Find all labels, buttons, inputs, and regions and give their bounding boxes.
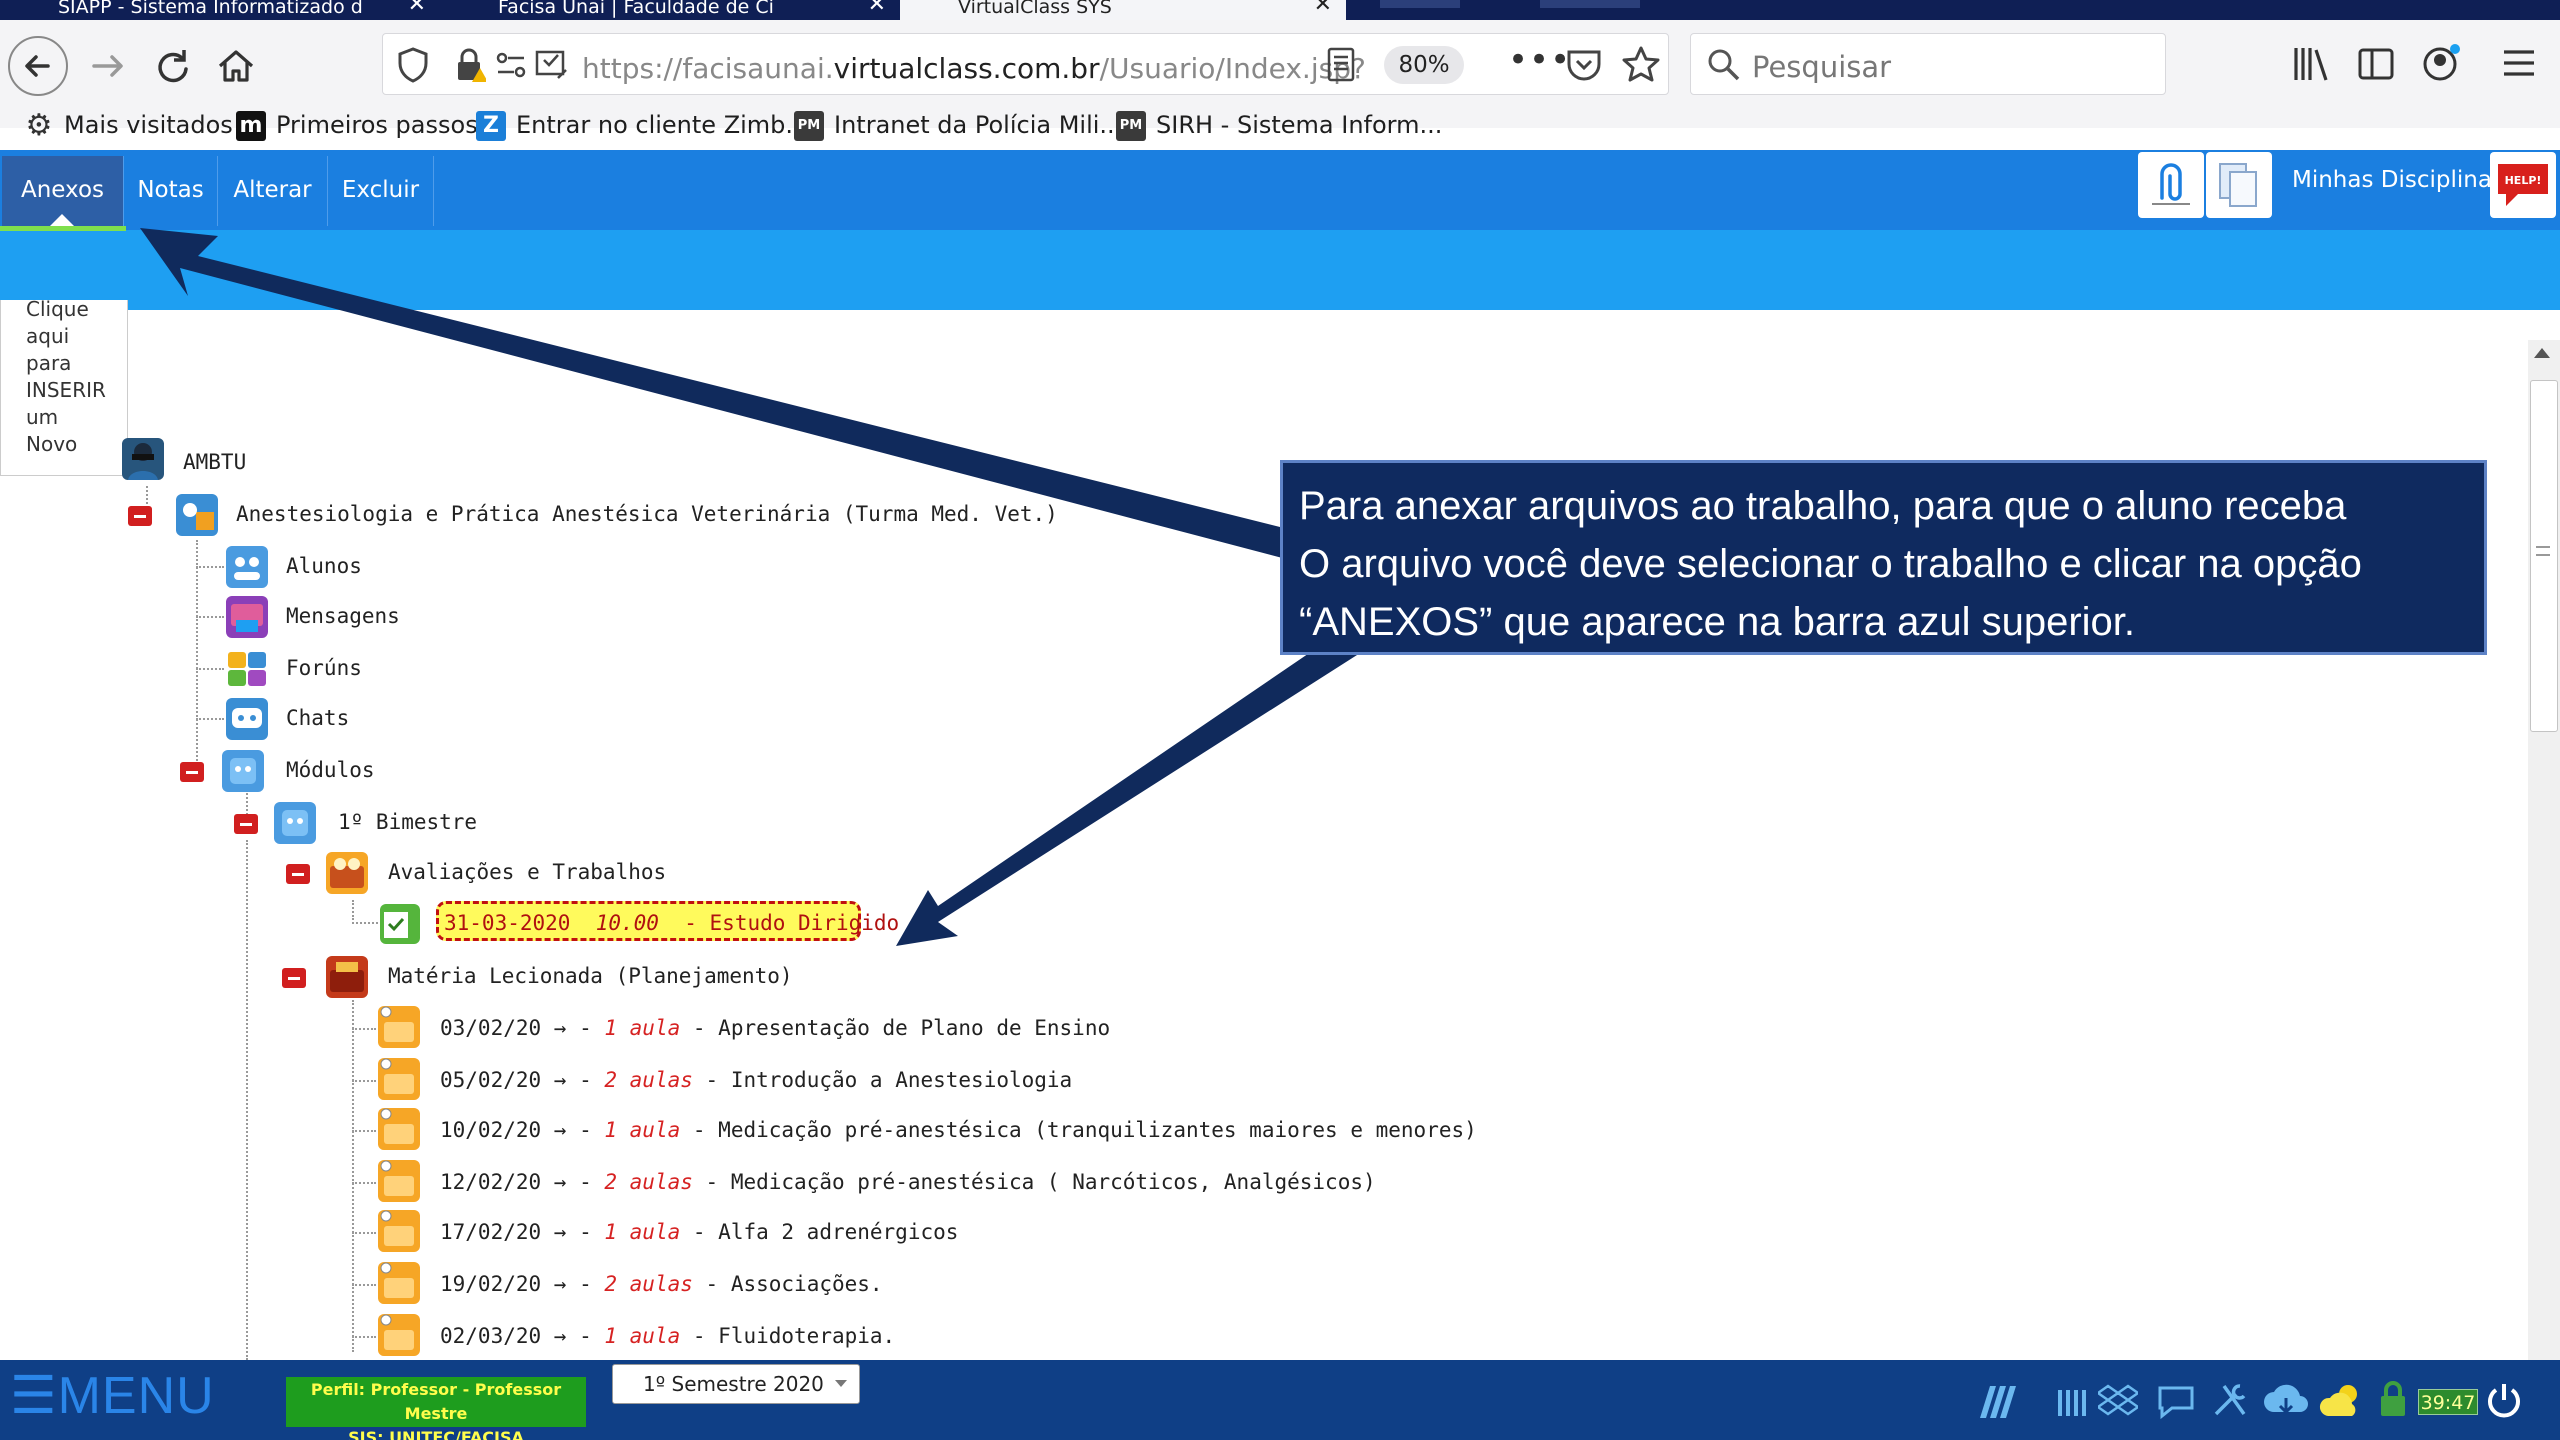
- profile-badge: Perfil: Professor - Professor Mestre SIS…: [286, 1377, 586, 1440]
- system-line: SIS: UNITEC/FACISA: [348, 1428, 524, 1440]
- chevron-down-icon: [835, 1380, 847, 1387]
- arrow-to-anexos: [140, 228, 1300, 560]
- semester-value: 1º Semestre 2020: [643, 1372, 824, 1396]
- semester-select[interactable]: 1º Semestre 2020: [612, 1364, 860, 1404]
- main-menu-button[interactable]: ☰MENU: [10, 1366, 215, 1426]
- virtualclass-logo-icon[interactable]: [1976, 1378, 2022, 1424]
- library-books-icon[interactable]: [2054, 1384, 2090, 1420]
- profile-line: Perfil: Professor - Professor Mestre: [310, 1380, 562, 1423]
- instruction-callout: Para anexar arquivos ao trabalho, para q…: [1280, 460, 2487, 655]
- callout-line-3: “ANEXOS” que aparece na barra azul super…: [1299, 600, 2135, 644]
- chat-bubble-icon[interactable]: [2154, 1380, 2198, 1420]
- callout-line-2: O arquivo você deve selecionar o trabalh…: [1299, 542, 2362, 586]
- power-icon[interactable]: [2484, 1380, 2524, 1420]
- dropbox-icon[interactable]: [2098, 1380, 2138, 1420]
- arrow-to-assignment: [896, 628, 1368, 946]
- cloud-sync-icon[interactable]: [2262, 1378, 2310, 1422]
- weather-sun-cloud-icon[interactable]: [2318, 1380, 2368, 1422]
- annotation-arrows: [140, 228, 1368, 946]
- tools-icon[interactable]: [2210, 1380, 2250, 1420]
- callout-line-1: Para anexar arquivos ao trabalho, para q…: [1299, 484, 2347, 528]
- session-timer: 39:47: [2418, 1389, 2478, 1415]
- lock-icon[interactable]: [2378, 1380, 2408, 1420]
